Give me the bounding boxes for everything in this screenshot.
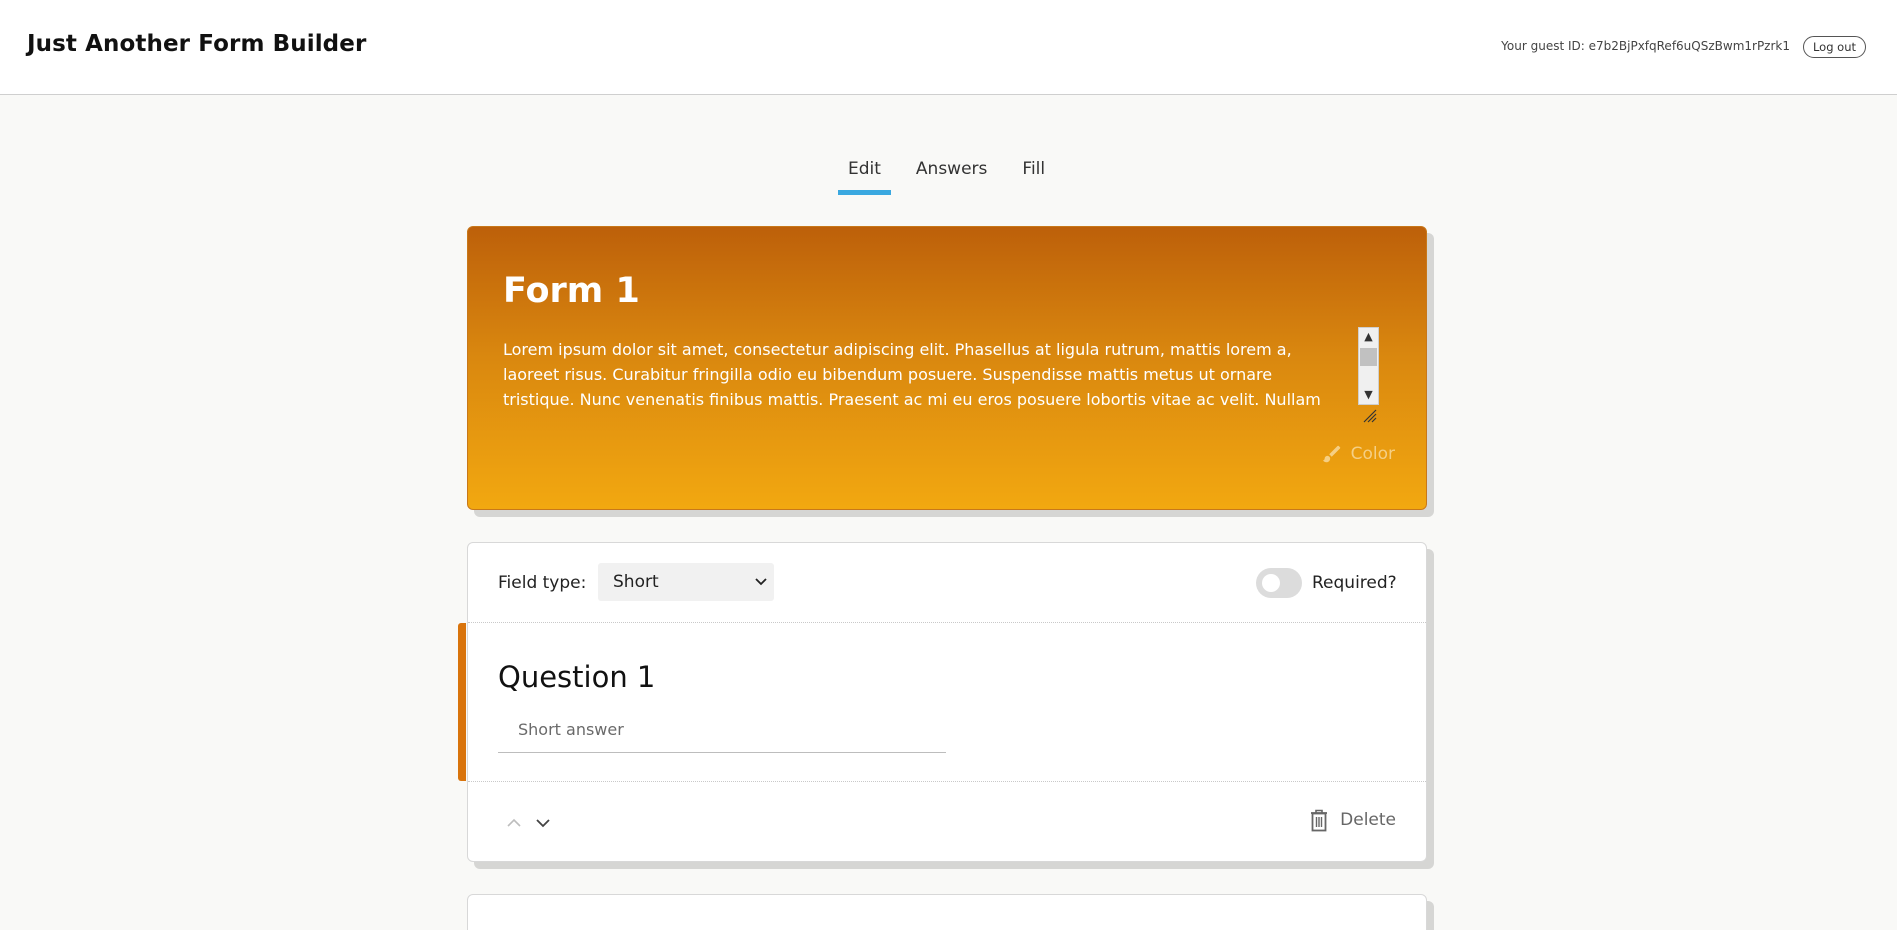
tab-fill[interactable]: Fill xyxy=(1012,155,1055,195)
scroll-up-icon[interactable]: ▲ xyxy=(1359,328,1378,346)
question-toolbar: Field type: Short Required? xyxy=(468,543,1426,623)
color-label: Color xyxy=(1350,444,1395,464)
guest-id: Your guest ID: e7b2BjPxfqRef6uQSzBwm1rPz… xyxy=(1501,39,1790,53)
field-type-value: Short xyxy=(613,572,659,592)
active-question-indicator xyxy=(458,623,466,781)
required-toggle[interactable] xyxy=(1256,568,1302,598)
move-up-icon[interactable] xyxy=(503,812,525,834)
move-down-icon[interactable] xyxy=(532,812,554,834)
delete-label: Delete xyxy=(1340,810,1396,830)
top-bar: Just Another Form Builder Your guest ID:… xyxy=(0,0,1897,95)
required-label: Required? xyxy=(1312,573,1397,593)
field-type-label: Field type: xyxy=(498,573,587,593)
logout-button[interactable]: Log out xyxy=(1802,36,1866,58)
form-description[interactable]: Lorem ipsum dolor sit amet, consectetur … xyxy=(503,337,1323,417)
brush-icon xyxy=(1322,445,1340,463)
app-title: Just Another Form Builder xyxy=(27,31,367,57)
trash-icon xyxy=(1311,809,1328,832)
next-question-card xyxy=(467,894,1427,930)
form-title[interactable]: Form 1 xyxy=(503,271,640,311)
question-title[interactable]: Question 1 xyxy=(498,660,655,694)
form-header-card: Form 1 Lorem ipsum dolor sit amet, conse… xyxy=(467,226,1427,510)
color-button[interactable]: Color xyxy=(1321,443,1395,465)
toggle-knob xyxy=(1262,574,1280,592)
question-actions: Delete xyxy=(468,781,1426,861)
tab-answers[interactable]: Answers xyxy=(906,155,997,195)
scroll-down-icon[interactable]: ▼ xyxy=(1359,386,1378,404)
question-card: Field type: Short Required? Question 1 S… xyxy=(467,542,1427,862)
delete-button[interactable]: Delete xyxy=(1308,808,1396,832)
resize-handle-icon[interactable] xyxy=(1361,407,1377,423)
scrollbar-thumb[interactable] xyxy=(1360,348,1377,366)
view-tabs: Edit Answers Fill xyxy=(838,155,1070,195)
chevron-down-icon xyxy=(755,578,767,586)
description-scrollbar[interactable]: ▲ ▼ xyxy=(1358,327,1379,405)
field-type-select[interactable]: Short xyxy=(598,563,774,601)
tab-edit[interactable]: Edit xyxy=(838,155,891,195)
short-answer-field: Short answer xyxy=(498,713,946,753)
